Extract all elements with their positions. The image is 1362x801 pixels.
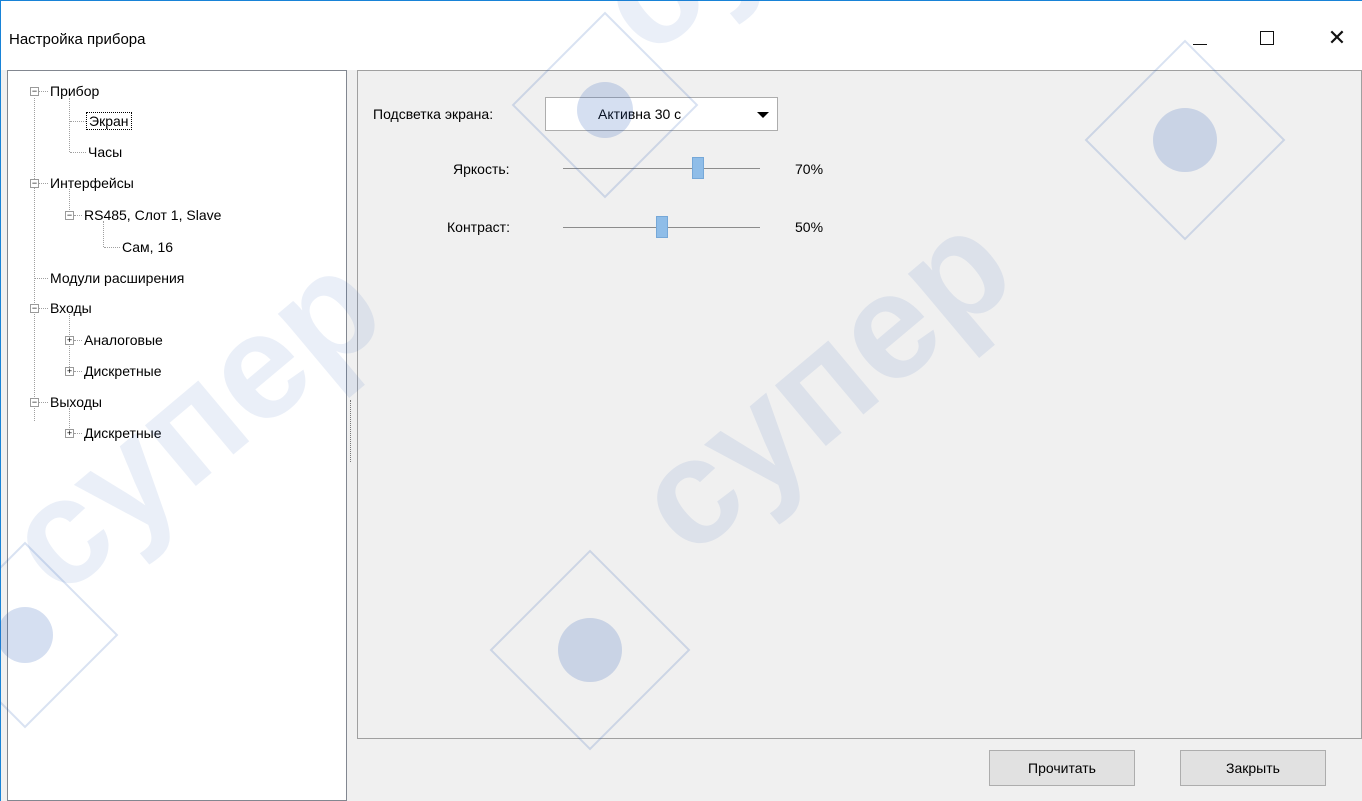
close-button[interactable]: Закрыть: [1180, 750, 1326, 786]
backlight-label: Подсветка экрана:: [373, 106, 494, 122]
tree-line: [69, 98, 70, 152]
slider-track: [563, 168, 760, 169]
tree-line: [74, 215, 82, 216]
title-bar: Настройка прибора ✕: [0, 0, 1362, 70]
tree-item-label: Выходы: [50, 394, 102, 410]
backlight-value: Активна 30 с: [598, 106, 682, 122]
tree-item-inputs-discrete[interactable]: Дискретные: [82, 361, 164, 381]
contrast-label: Контраст:: [447, 219, 510, 235]
tree-item-label: Аналоговые: [84, 332, 163, 348]
tree-item-label: Прибор: [50, 83, 100, 99]
tree-item-label: Экран: [86, 112, 132, 130]
collapse-icon[interactable]: −: [30, 179, 39, 188]
tree-line: [35, 278, 48, 279]
splitter-handle[interactable]: [350, 400, 353, 462]
expand-icon[interactable]: +: [65, 429, 74, 438]
tree-item-interfaces[interactable]: Интерфейсы: [48, 173, 136, 193]
contrast-slider[interactable]: [563, 216, 760, 240]
window-title: Настройка прибора: [9, 31, 146, 48]
slider-thumb[interactable]: [655, 216, 668, 238]
tree-item-outputs-discrete[interactable]: Дискретные: [82, 423, 164, 443]
collapse-icon[interactable]: −: [30, 398, 39, 407]
tree-line: [104, 247, 120, 248]
expand-icon[interactable]: +: [65, 367, 74, 376]
chevron-down-icon: [757, 112, 769, 118]
backlight-dropdown[interactable]: Активна 30 с: [545, 97, 778, 131]
close-icon[interactable]: ✕: [1317, 23, 1357, 53]
collapse-icon[interactable]: −: [30, 304, 39, 313]
tree-line: [74, 433, 82, 434]
tree-line: [39, 183, 48, 184]
tree-line: [39, 308, 48, 309]
expand-icon[interactable]: +: [65, 336, 74, 345]
tree-item-label: RS485, Слот 1, Slave: [84, 207, 222, 223]
tree-line: [70, 121, 86, 122]
tree-item-label: Модули расширения: [50, 270, 185, 286]
tree-item-expansion-modules[interactable]: Модули расширения: [48, 268, 186, 288]
tree-item-rs485[interactable]: RS485, Слот 1, Slave: [82, 205, 223, 225]
tree-item-inputs[interactable]: Входы: [48, 298, 94, 318]
tree-item-inputs-analog[interactable]: Аналоговые: [82, 330, 165, 350]
tree-line: [74, 340, 82, 341]
tree-item-screen[interactable]: Экран: [86, 111, 132, 131]
collapse-icon[interactable]: −: [30, 87, 39, 96]
tree-line: [34, 98, 35, 421]
slider-thumb[interactable]: [691, 157, 704, 179]
brightness-slider[interactable]: [563, 157, 760, 181]
read-button[interactable]: Прочитать: [989, 750, 1135, 786]
tree-item-self-16[interactable]: Сам, 16: [120, 237, 175, 257]
minimize-icon[interactable]: [1180, 23, 1220, 53]
tree-item-label: Входы: [50, 300, 92, 316]
tree-item-clock[interactable]: Часы: [86, 142, 124, 162]
settings-tree[interactable]: − − − − + + − + Прибор Экран Часы Интерф…: [7, 70, 347, 801]
tree-line: [74, 371, 82, 372]
contrast-value: 50%: [795, 219, 824, 235]
tree-item-label: Дискретные: [84, 363, 162, 379]
tree-item-device[interactable]: Прибор: [48, 81, 101, 101]
brightness-value: 70%: [795, 161, 824, 177]
maximize-icon[interactable]: [1247, 23, 1287, 53]
tree-line: [39, 91, 48, 92]
collapse-icon[interactable]: −: [65, 211, 74, 220]
window-border: [0, 70, 1, 801]
tree-item-label: Интерфейсы: [50, 175, 134, 191]
tree-line: [39, 402, 48, 403]
tree-item-outputs[interactable]: Выходы: [48, 392, 104, 412]
tree-line: [70, 152, 86, 153]
brightness-label: Яркость:: [453, 161, 510, 177]
tree-item-label: Дискретные: [84, 425, 162, 441]
tree-item-label: Часы: [88, 144, 123, 160]
tree-item-label: Сам, 16: [122, 239, 174, 255]
